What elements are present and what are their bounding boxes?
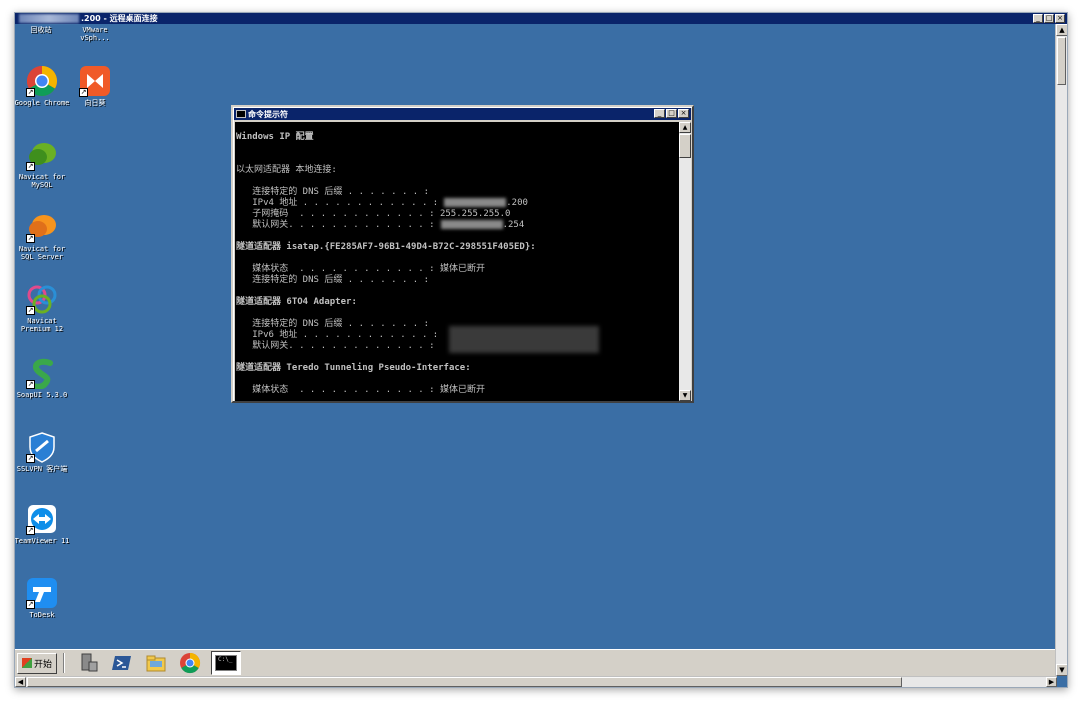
console-line-text: 连接特定的 DNS 后缀 . . . . . . . : — [236, 319, 430, 329]
command-prompt-window[interactable]: 命令提示符 _ □ × Windows IP 配置以太网适配器 本地连接: 连接… — [231, 105, 694, 403]
console-line: 隧道适配器 6TO4 Adapter: — [236, 297, 679, 308]
rdp-minimize-button[interactable]: _ — [1033, 14, 1043, 23]
ip-suffix: .254 — [502, 220, 525, 230]
server-manager-icon[interactable] — [77, 652, 99, 674]
desktop-icon-chrome[interactable]: ↗ Google Chrome — [15, 65, 70, 107]
navicat-mysql-icon: ↗ — [26, 139, 58, 171]
desktop-scroll-up-button[interactable]: ▲ — [1056, 24, 1067, 36]
rdp-maximize-button[interactable]: □ — [1044, 14, 1054, 23]
cmd-close-button[interactable]: × — [678, 109, 689, 118]
cmd-scroll-up-button[interactable]: ▲ — [679, 122, 691, 133]
desktop-vertical-scrollbar[interactable]: ▲ ▼ — [1055, 24, 1067, 676]
console-line: Windows IP 配置 — [236, 132, 679, 143]
desktop-icon-soapui[interactable]: ↗ SoapUI 5.3.0 — [15, 357, 70, 399]
cmd-scroll-thumb[interactable] — [679, 134, 691, 158]
cmd-icon: C:\_ — [215, 655, 238, 671]
desktop-scroll-right-button[interactable]: ▶ — [1046, 677, 1057, 687]
desktop-icon-sunlogin[interactable]: ↗ 向日葵 — [67, 65, 123, 107]
cmd-vertical-scrollbar[interactable]: ▲ ▼ — [679, 122, 691, 401]
console-line-text: IPv6 地址 . . . . . . . . . . . . : — [236, 330, 439, 340]
desktop-scroll-thumb[interactable] — [1057, 37, 1066, 85]
cmd-window-title: 命令提示符 — [248, 109, 288, 119]
sunlogin-icon: ↗ — [79, 65, 111, 97]
taskbar: 开始 C:\_ — [15, 649, 1057, 676]
taskbar-separator — [63, 653, 66, 673]
console-line: 媒体状态 . . . . . . . . . . . . : 媒体已断开 — [236, 385, 679, 396]
console-line-text: 默认网关. . . . . . . . . . . . . : — [236, 220, 435, 230]
desktop-icon-todesk[interactable]: ↗ ToDesk — [15, 577, 70, 619]
todesk-icon: ↗ — [26, 577, 58, 609]
redacted-host-address — [19, 14, 79, 23]
cmd-console-output[interactable]: Windows IP 配置以太网适配器 本地连接: 连接特定的 DNS 后缀 .… — [235, 122, 679, 401]
cmd-window-icon — [236, 110, 246, 118]
desktop-horizontal-scrollbar[interactable]: ◀ ▶ — [15, 676, 1057, 687]
cmd-minimize-button[interactable]: _ — [654, 109, 665, 118]
console-line: 隧道适配器 Teredo Tunneling Pseudo-Interface: — [236, 363, 679, 374]
console-line: 连接特定的 DNS 后缀 . . . . . . . : — [236, 187, 679, 198]
redacted-ip — [444, 198, 507, 207]
console-line-text: 子网掩码 . . . . . . . . . . . . : 255.255.2… — [236, 209, 511, 219]
console-line: 媒体状态 . . . . . . . . . . . . : 媒体已断开 — [236, 264, 679, 275]
desktop-icon-sslvpn[interactable]: ↗ SSLVPN 客户端 — [15, 431, 70, 473]
desktop-icon-recycle-bin[interactable]: 回收站 — [15, 24, 69, 34]
redacted-ipv6-address — [449, 326, 599, 353]
console-line: 连接特定的 DNS 后缀 . . . . . . . : — [236, 275, 679, 286]
chrome-icon[interactable] — [179, 652, 201, 674]
console-line-text: 媒体状态 . . . . . . . . . . . . : 媒体已断开 — [236, 385, 485, 395]
redacted-ip — [440, 220, 503, 229]
desktop-hscroll-thumb[interactable] — [27, 677, 902, 687]
console-line-text: 连接特定的 DNS 后缀 . . . . . . . : — [236, 275, 430, 285]
ip-suffix: .200 — [506, 198, 528, 208]
soapui-icon: ↗ — [26, 357, 58, 390]
rdp-window-title: .200 - 远程桌面连接 — [81, 14, 158, 23]
teamviewer-icon: ↗ — [26, 503, 58, 535]
desktop-icon-navicat-sqlserver[interactable]: ↗ Navicat for SQL Server — [15, 211, 70, 261]
rdp-close-button[interactable]: × — [1055, 14, 1065, 23]
console-line: IPv4 地址 . . . . . . . . . . . . : .200 — [236, 198, 679, 209]
cmd-maximize-button[interactable]: □ — [666, 109, 677, 118]
console-line: 默认网关. . . . . . . . . . . . . : .254 — [236, 220, 679, 231]
desktop-icon-navicat-mysql[interactable]: ↗ Navicat for MySQL — [15, 139, 70, 189]
console-line-text: 连接特定的 DNS 后缀 . . . . . . . : — [236, 187, 430, 197]
console-line-text: 媒体状态 . . . . . . . . . . . . : 媒体已断开 — [236, 264, 485, 274]
start-label: 开始 — [34, 659, 53, 670]
explorer-icon[interactable] — [145, 652, 167, 674]
console-line: 以太网适配器 本地连接: — [236, 165, 679, 176]
desktop-icon-vmware[interactable]: VMware vSph... — [67, 24, 123, 42]
console-line: 隧道适配器 isatap.{FE285AF7-96B1-49D4-B72C-29… — [236, 242, 679, 253]
desktop-scroll-down-button[interactable]: ▼ — [1056, 664, 1067, 676]
console-line-text: 以太网适配器 本地连接: — [236, 165, 337, 175]
cmd-taskbar-button[interactable]: C:\_ — [211, 651, 242, 675]
desktop-scroll-left-button[interactable]: ◀ — [15, 677, 26, 687]
remote-desktop-window: .200 - 远程桌面连接 _ □ × 回收站 VMware vSph... ↗… — [14, 12, 1068, 688]
windows-flag-icon — [22, 658, 32, 668]
console-line-text: 隧道适配器 Teredo Tunneling Pseudo-Interface: — [236, 363, 471, 373]
navicat-premium-icon: ↗ — [26, 283, 58, 315]
cmd-titlebar[interactable]: 命令提示符 _ □ × — [234, 108, 691, 120]
start-button[interactable]: 开始 — [17, 652, 58, 674]
console-line-text: 隧道适配器 6TO4 Adapter: — [236, 297, 357, 307]
powershell-icon[interactable] — [111, 652, 133, 674]
console-line-text: IPv4 地址 . . . . . . . . . . . . : — [236, 198, 439, 208]
rdp-titlebar[interactable]: .200 - 远程桌面连接 _ □ × — [15, 13, 1067, 24]
desktop-icon-teamviewer[interactable]: ↗ TeamViewer 11 — [15, 503, 70, 545]
console-line-text: 默认网关. . . . . . . . . . . . . : — [236, 341, 435, 351]
console-line-text: Windows IP 配置 — [236, 132, 314, 142]
chrome-icon: ↗ — [26, 65, 58, 97]
console-line-text: 隧道适配器 isatap.{FE285AF7-96B1-49D4-B72C-29… — [236, 242, 536, 252]
sslvpn-icon: ↗ — [26, 431, 58, 463]
console-line: 子网掩码 . . . . . . . . . . . . : 255.255.2… — [236, 209, 679, 220]
navicat-sqlserver-icon: ↗ — [26, 211, 58, 243]
cmd-scroll-down-button[interactable]: ▼ — [679, 390, 691, 401]
desktop-icon-navicat-premium[interactable]: ↗ Navicat Premium 12 — [15, 283, 70, 333]
